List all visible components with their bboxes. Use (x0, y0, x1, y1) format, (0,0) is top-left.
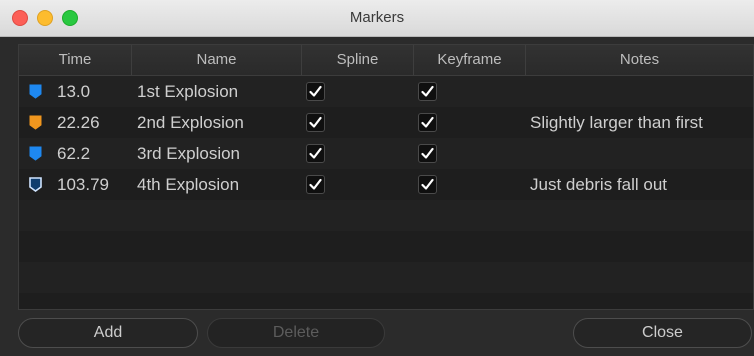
keyframe-checkbox[interactable] (418, 82, 437, 101)
cell-name: 4th Explosion (137, 175, 240, 194)
marker-icon (29, 177, 42, 192)
table-row[interactable]: 62.2 3rd Explosion (19, 138, 753, 169)
table-row[interactable]: 22.26 2nd Explosion Slightly larger than f… (19, 107, 753, 138)
keyframe-checkbox[interactable] (418, 113, 437, 132)
marker-icon (29, 115, 42, 130)
header-name[interactable]: Name (132, 45, 302, 75)
markers-table: Time Name Spline Keyframe Notes 13.0 1st … (18, 44, 754, 310)
window-title: Markers (349, 9, 405, 26)
table-row[interactable]: 103.79 4th Explosion Just debris fall out (19, 169, 753, 200)
markers-dialog: Markers Time Name Spline Keyframe Notes … (0, 0, 754, 356)
empty-row (19, 262, 753, 293)
empty-row (19, 200, 753, 231)
marker-icon (29, 146, 42, 161)
header-keyframe[interactable]: Keyframe (414, 45, 526, 75)
marker-icon (29, 84, 42, 99)
header-spline[interactable]: Spline (302, 45, 414, 75)
cell-name: 1st Explosion (137, 82, 239, 101)
cell-time: 103.79 (57, 175, 109, 194)
header-time[interactable]: Time (19, 45, 132, 75)
cell-name: 3rd Explosion (137, 144, 241, 163)
spline-checkbox[interactable] (306, 113, 325, 132)
cell-notes[interactable]: Just debris fall out (530, 169, 667, 200)
close-button[interactable]: Close (573, 318, 752, 348)
header-notes[interactable]: Notes (526, 45, 753, 75)
spline-checkbox[interactable] (306, 175, 325, 194)
table-body: 13.0 1st Explosion 22.26 2nd Explosion Sligh… (19, 76, 753, 309)
cell-time: 22.26 (57, 113, 100, 132)
cell-time: 13.0 (57, 82, 91, 101)
keyframe-checkbox[interactable] (418, 144, 437, 163)
table-row[interactable]: 13.0 1st Explosion (19, 76, 753, 107)
cell-time: 62.2 (57, 144, 91, 163)
spline-checkbox[interactable] (306, 82, 325, 101)
add-button[interactable]: Add (18, 318, 198, 348)
keyframe-checkbox[interactable] (418, 175, 437, 194)
table-header: Time Name Spline Keyframe Notes (19, 45, 753, 76)
empty-row (19, 231, 753, 262)
empty-row (19, 293, 753, 309)
cell-name: 2nd Explosion (137, 113, 244, 132)
cell-notes[interactable]: Slightly larger than first (530, 107, 703, 138)
spline-checkbox[interactable] (306, 144, 325, 163)
title-bar: Markers (0, 0, 754, 37)
delete-button[interactable]: Delete (207, 318, 385, 348)
